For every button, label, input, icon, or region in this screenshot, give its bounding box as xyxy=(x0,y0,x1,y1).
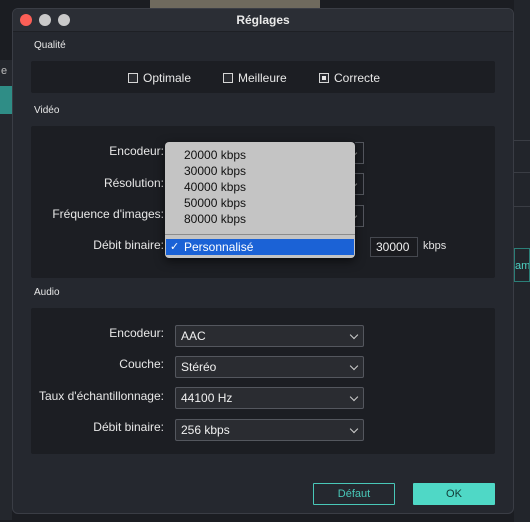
settings-dialog: Réglages Qualité Optimale Meilleure Corr… xyxy=(12,8,514,514)
channel-label: Couche: xyxy=(119,357,164,371)
bitrate-dropdown-menu: 20000 kbps 30000 kbps 40000 kbps 50000 k… xyxy=(165,142,355,258)
quality-option-meilleure[interactable]: Meilleure xyxy=(223,70,287,86)
video-section-title: Vidéo xyxy=(34,105,60,116)
video-encoder-label: Encodeur: xyxy=(109,144,164,158)
framerate-label: Fréquence d'images: xyxy=(52,207,164,221)
samplerate-value: 44100 Hz xyxy=(181,391,233,405)
dropdown-separator xyxy=(165,234,355,235)
audio-encoder-label: Encodeur: xyxy=(109,326,164,340)
background-left-text: e xyxy=(1,65,8,77)
chevron-down-icon xyxy=(349,361,359,371)
default-button[interactable]: Défaut xyxy=(313,483,395,505)
quality-option-optimale[interactable]: Optimale xyxy=(128,70,191,86)
optimale-checkbox[interactable] xyxy=(128,73,138,83)
channel-select[interactable]: Stéréo xyxy=(175,356,364,378)
dropdown-option-personnalise[interactable]: ✓ Personnalisé xyxy=(166,239,354,255)
background-divider xyxy=(514,172,530,173)
chevron-down-icon xyxy=(349,330,359,340)
correcte-label: Correcte xyxy=(334,71,381,85)
meilleure-checkbox[interactable] xyxy=(223,73,233,83)
audio-bitrate-value: 256 kbps xyxy=(181,423,230,437)
title-bar: Réglages xyxy=(13,9,513,32)
audio-bitrate-label: Débit binaire: xyxy=(93,420,164,434)
background-divider xyxy=(514,140,530,141)
dropdown-option-40000[interactable]: 40000 kbps xyxy=(184,180,246,194)
audio-encoder-value: AAC xyxy=(181,329,206,343)
dropdown-option-30000[interactable]: 30000 kbps xyxy=(184,164,246,178)
quality-section-title: Qualité xyxy=(34,40,66,51)
quality-option-correcte[interactable]: Correcte xyxy=(319,70,380,86)
audio-encoder-select[interactable]: AAC xyxy=(175,325,364,347)
background-divider xyxy=(514,206,530,207)
background-left-panel xyxy=(0,60,12,520)
chevron-down-icon xyxy=(349,392,359,402)
channel-value: Stéréo xyxy=(181,360,217,374)
chevron-down-icon xyxy=(349,424,359,434)
resolution-label: Résolution: xyxy=(103,176,164,190)
background-right-button: amè xyxy=(514,248,530,282)
ok-button[interactable]: OK xyxy=(413,483,495,505)
meilleure-label: Meilleure xyxy=(238,71,287,85)
dropdown-option-50000[interactable]: 50000 kbps xyxy=(184,196,246,210)
video-bitrate-label: Débit binaire: xyxy=(93,238,164,252)
audio-section-title: Audio xyxy=(34,287,60,298)
dropdown-option-20000[interactable]: 20000 kbps xyxy=(184,148,246,162)
optimale-label: Optimale xyxy=(143,71,192,85)
background-image-strip xyxy=(150,0,320,8)
audio-bitrate-select[interactable]: 256 kbps xyxy=(175,419,364,441)
dropdown-option-personnalise-label: Personnalisé xyxy=(184,240,254,254)
correcte-checkbox[interactable] xyxy=(319,73,329,83)
video-bitrate-unit: kbps xyxy=(423,240,447,252)
window-title: Réglages xyxy=(236,13,290,27)
samplerate-select[interactable]: 44100 Hz xyxy=(175,387,364,409)
checkmark-icon: ✓ xyxy=(170,241,180,253)
dropdown-option-80000[interactable]: 80000 kbps xyxy=(184,212,246,226)
samplerate-label: Taux d'échantillonnage: xyxy=(38,389,164,403)
background-left-accent xyxy=(0,86,12,114)
video-bitrate-input[interactable]: 30000 xyxy=(370,237,418,257)
